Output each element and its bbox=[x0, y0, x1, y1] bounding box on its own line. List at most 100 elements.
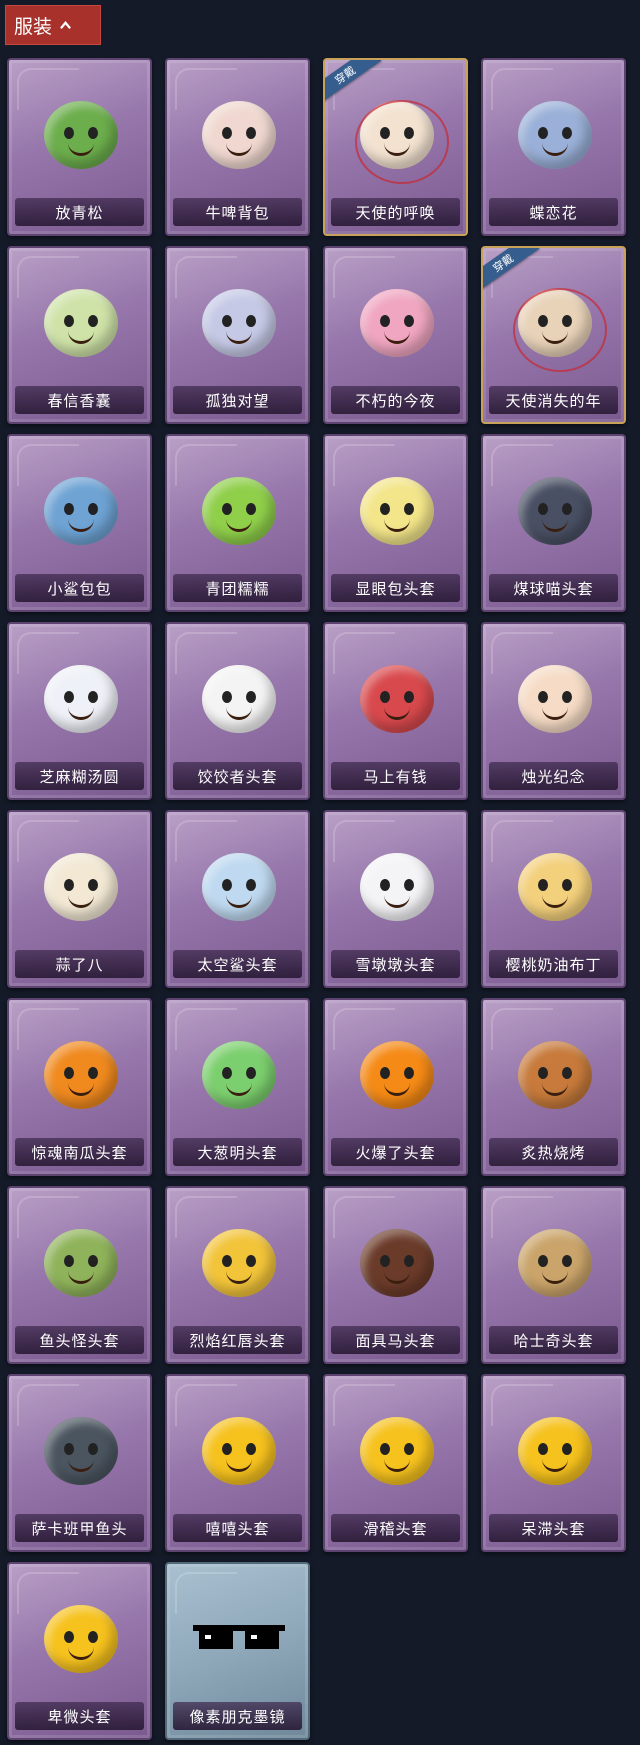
outfit-item-label: 像素朋克墨镜 bbox=[173, 1702, 302, 1730]
pixel-sunglasses-icon bbox=[189, 1584, 289, 1694]
outfit-item-card[interactable]: 像素朋克墨镜 bbox=[165, 1562, 310, 1740]
outfit-item-card[interactable]: 大葱明头套 bbox=[165, 998, 310, 1176]
outfit-item-label: 雪墩墩头套 bbox=[331, 950, 460, 978]
outfit-item-label: 煤球喵头套 bbox=[489, 574, 618, 602]
outfit-grid: 放青松 牛啤背包 穿戴 天使的呼唤 蝶恋花春信香囊 孤独对望 不朽的今夜 穿戴 天使消失的年小鲨… bbox=[7, 58, 626, 1740]
outfit-item-card[interactable]: 穿戴 天使的呼唤 bbox=[323, 58, 468, 236]
worn-highlight-ring bbox=[355, 100, 449, 184]
chevron-up-icon bbox=[60, 20, 71, 29]
outfit-item-card[interactable]: 鱼头怪头套 bbox=[7, 1186, 152, 1364]
outfit-item-label: 卑微头套 bbox=[15, 1702, 144, 1730]
outfit-item-card[interactable]: 孤独对望 bbox=[165, 246, 310, 424]
outfit-item-card[interactable]: 烈焰红唇头套 bbox=[165, 1186, 310, 1364]
outfit-item-card[interactable]: 穿戴 天使消失的年 bbox=[481, 246, 626, 424]
green-rice-ball-icon bbox=[189, 456, 289, 566]
outfit-item-card[interactable]: 火爆了头套 bbox=[323, 998, 468, 1176]
outfit-item-card[interactable]: 春信香囊 bbox=[7, 246, 152, 424]
black-cat-head-icon bbox=[505, 456, 605, 566]
bbq-meat-icon bbox=[505, 1020, 605, 1130]
outfit-item-label: 青团糯糯 bbox=[173, 574, 302, 602]
sacabambaspis-icon bbox=[31, 1396, 131, 1506]
outfit-item-card[interactable]: 樱桃奶油布丁 bbox=[481, 810, 626, 988]
outfit-item-card[interactable]: 烛光纪念 bbox=[481, 622, 626, 800]
pink-fox-bowl-icon bbox=[347, 268, 447, 378]
outfit-item-label: 太空鲨头套 bbox=[173, 950, 302, 978]
outfit-item-label: 烛光纪念 bbox=[489, 762, 618, 790]
outfit-item-label: 芝麻糊汤圆 bbox=[15, 762, 144, 790]
outfit-item-card[interactable]: 牛啤背包 bbox=[165, 58, 310, 236]
dog-sunglasses-icon bbox=[505, 1208, 605, 1318]
pudding-head-icon bbox=[505, 832, 605, 942]
rice-dumpling-icon bbox=[31, 644, 131, 754]
grin-emoji-icon bbox=[189, 1396, 289, 1506]
outfit-item-card[interactable]: 马上有钱 bbox=[323, 622, 468, 800]
outfit-item-card[interactable]: 青团糯糯 bbox=[165, 434, 310, 612]
outfit-item-label: 马上有钱 bbox=[331, 762, 460, 790]
yellow-mask-sunglasses-icon bbox=[189, 1208, 289, 1318]
worn-highlight-ring bbox=[513, 288, 607, 372]
keychain-doll-icon bbox=[189, 268, 289, 378]
outfit-item-card[interactable]: 滑稽头套 bbox=[323, 1374, 468, 1552]
lightbulb-head-icon bbox=[347, 456, 447, 566]
outfit-item-card[interactable]: 不朽的今夜 bbox=[323, 246, 468, 424]
fire-head-icon bbox=[347, 1020, 447, 1130]
pumpkin-head-icon bbox=[31, 1020, 131, 1130]
stare-emoji-icon bbox=[505, 1396, 605, 1506]
sachet-icon bbox=[31, 268, 131, 378]
outfit-item-card[interactable]: 惊魂南瓜头套 bbox=[7, 998, 152, 1176]
outfit-item-label: 火爆了头套 bbox=[331, 1138, 460, 1166]
outfit-item-card[interactable]: 煤球喵头套 bbox=[481, 434, 626, 612]
outfit-item-label: 显眼包头套 bbox=[331, 574, 460, 602]
outfit-item-card[interactable]: 太空鲨头套 bbox=[165, 810, 310, 988]
outfit-item-card[interactable]: 萨卡班甲鱼头 bbox=[7, 1374, 152, 1552]
outfit-item-label: 孤独对望 bbox=[173, 386, 302, 414]
outfit-item-label: 蝶恋花 bbox=[489, 198, 618, 226]
outfit-item-label: 萨卡班甲鱼头 bbox=[15, 1514, 144, 1542]
outfit-item-card[interactable]: 蝶恋花 bbox=[481, 58, 626, 236]
outfit-item-card[interactable]: 芝麻糊汤圆 bbox=[7, 622, 152, 800]
outfit-category-label: 服装 bbox=[14, 15, 53, 38]
outfit-item-label: 天使的呼唤 bbox=[331, 198, 460, 226]
outfit-item-label: 烈焰红唇头套 bbox=[173, 1326, 302, 1354]
outfit-item-card[interactable]: 小鲨包包 bbox=[7, 434, 152, 612]
outfit-item-card[interactable]: 饺饺者头套 bbox=[165, 622, 310, 800]
outfit-item-label: 樱桃奶油布丁 bbox=[489, 950, 618, 978]
candle-head-icon bbox=[505, 644, 605, 754]
outfit-category-toggle[interactable]: 服装 bbox=[5, 5, 101, 45]
outfit-item-label: 放青松 bbox=[15, 198, 144, 226]
outfit-item-card[interactable]: 卑微头套 bbox=[7, 1562, 152, 1740]
outfit-item-label: 哈士奇头套 bbox=[489, 1326, 618, 1354]
outfit-item-label: 饺饺者头套 bbox=[173, 762, 302, 790]
outfit-item-card[interactable]: 显眼包头套 bbox=[323, 434, 468, 612]
outfit-item-label: 春信香囊 bbox=[15, 386, 144, 414]
outfit-item-card[interactable]: 炙热烧烤 bbox=[481, 998, 626, 1176]
outfit-item-card[interactable]: 放青松 bbox=[7, 58, 152, 236]
smirk-emoji-icon bbox=[347, 1396, 447, 1506]
outfit-item-label: 小鲨包包 bbox=[15, 574, 144, 602]
outfit-item-card[interactable]: 呆滞头套 bbox=[481, 1374, 626, 1552]
red-horse-icon bbox=[347, 644, 447, 754]
snowman-head-icon bbox=[347, 832, 447, 942]
cow-beer-barrel-icon bbox=[189, 80, 289, 190]
outfit-item-label: 牛啤背包 bbox=[173, 198, 302, 226]
outfit-item-label: 滑稽头套 bbox=[331, 1514, 460, 1542]
outfit-item-label: 蒜了八 bbox=[15, 950, 144, 978]
green-onion-head-icon bbox=[189, 1020, 289, 1130]
pine-bonsai-icon bbox=[31, 80, 131, 190]
outfit-item-card[interactable]: 哈士奇头套 bbox=[481, 1186, 626, 1364]
horse-mask-icon bbox=[347, 1208, 447, 1318]
outfit-item-label: 天使消失的年 bbox=[489, 386, 618, 414]
outfit-item-label: 大葱明头套 bbox=[173, 1138, 302, 1166]
outfit-item-card[interactable]: 嘻嘻头套 bbox=[165, 1374, 310, 1552]
humble-emoji-icon bbox=[31, 1584, 131, 1694]
outfit-item-label: 鱼头怪头套 bbox=[15, 1326, 144, 1354]
outfit-item-card[interactable]: 雪墩墩头套 bbox=[323, 810, 468, 988]
outfit-item-card[interactable]: 蒜了八 bbox=[7, 810, 152, 988]
outfit-item-label: 炙热烧烤 bbox=[489, 1138, 618, 1166]
outfit-item-label: 面具马头套 bbox=[331, 1326, 460, 1354]
dumpling-cloud-icon bbox=[189, 644, 289, 754]
outfit-item-label: 不朽的今夜 bbox=[331, 386, 460, 414]
shark-bag-icon bbox=[31, 456, 131, 566]
butterfly-bell-icon bbox=[505, 80, 605, 190]
outfit-item-card[interactable]: 面具马头套 bbox=[323, 1186, 468, 1364]
